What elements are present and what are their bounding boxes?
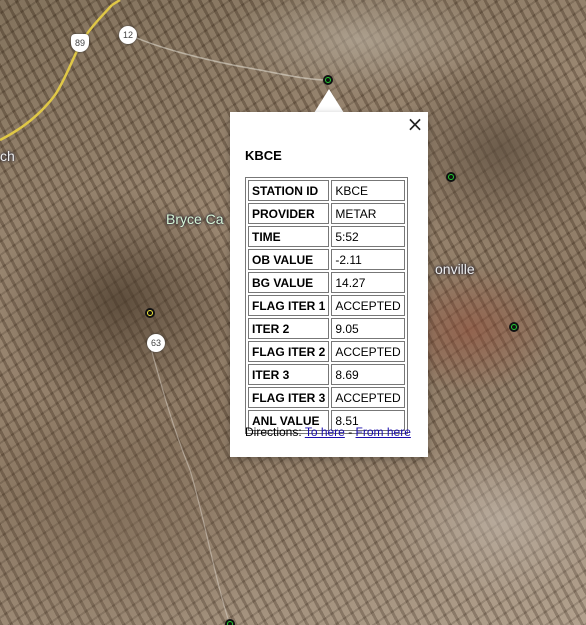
row-label: FLAG ITER 1 [248,295,330,316]
station-info-table: STATION ID KBCE PROVIDER METAR TIME 5:52 OB… [245,177,408,434]
route-shield-89: 89 [71,34,89,52]
row-label: ITER 2 [248,318,330,339]
info-window: × KBCE STATION ID KBCE PROVIDER METAR TIME… [230,112,428,457]
popup-title: KBCE [245,148,282,163]
table-row: FLAG ITER 3 ACCEPTED [248,387,405,408]
row-label: PROVIDER [248,203,330,224]
table-row: ITER 3 8.69 [248,364,405,385]
row-value: METAR [331,203,405,224]
row-label: FLAG ITER 2 [248,341,330,362]
table-row: STATION ID KBCE [248,180,405,201]
table-row: ITER 2 9.05 [248,318,405,339]
table-row: PROVIDER METAR [248,203,405,224]
table-row: TIME 5:52 [248,226,405,247]
station-marker[interactable] [145,308,155,318]
row-label: ITER 3 [248,364,330,385]
local-road-south [149,344,231,625]
row-label: BG VALUE [248,272,330,293]
close-icon[interactable]: × [406,114,424,134]
table-row: FLAG ITER 2 ACCEPTED [248,341,405,362]
highway-road [0,4,113,142]
table-row: OB VALUE -2.11 [248,249,405,270]
place-label-west: ch [0,148,15,164]
station-marker[interactable] [446,172,456,182]
row-label: TIME [248,226,330,247]
highway-road-end [111,0,121,7]
row-value: 14.27 [331,272,405,293]
route-shield-12: 12 [119,26,137,44]
directions-line: Directions: To here - From here [245,425,411,439]
place-label-bryce: Bryce Ca [166,211,224,227]
route-shield-63: 63 [147,334,165,352]
row-value: 9.05 [331,318,405,339]
directions-label: Directions: [245,425,302,439]
to-here-link[interactable]: To here [305,425,345,439]
directions-separator: - [348,425,353,439]
row-label: STATION ID [248,180,330,201]
row-value: -2.11 [331,249,405,270]
place-label-town: onville [435,261,475,277]
from-here-link[interactable]: From here [356,425,411,439]
row-label: FLAG ITER 3 [248,387,330,408]
row-value: ACCEPTED [331,387,405,408]
table-row: FLAG ITER 1 ACCEPTED [248,295,405,316]
row-value: 8.69 [331,364,405,385]
table-row: BG VALUE 14.27 [248,272,405,293]
row-label: OB VALUE [248,249,330,270]
row-value: ACCEPTED [331,295,405,316]
row-value: 5:52 [331,226,405,247]
local-road [127,33,329,81]
row-value: KBCE [331,180,405,201]
station-marker[interactable] [509,322,519,332]
popup-pointer [314,89,344,113]
station-marker[interactable] [225,619,235,625]
row-value: ACCEPTED [331,341,405,362]
station-marker[interactable] [323,75,333,85]
